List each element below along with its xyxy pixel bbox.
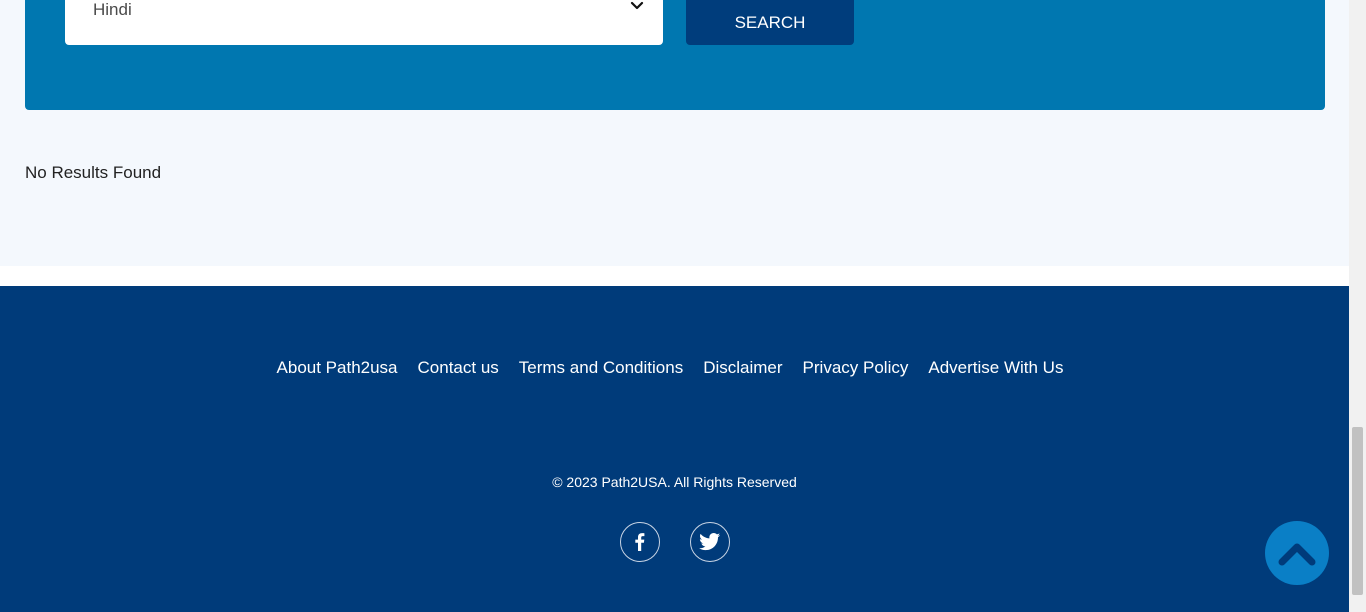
language-select-value: Hindi [93, 0, 132, 19]
footer-link-privacy[interactable]: Privacy Policy [803, 358, 909, 378]
footer-link-about[interactable]: About Path2usa [277, 358, 398, 378]
search-panel: Hindi SEARCH [25, 0, 1325, 110]
footer: About Path2usa Contact us Terms and Cond… [0, 286, 1349, 612]
chevron-down-icon [630, 1, 644, 10]
scrollbar[interactable] [1349, 0, 1366, 612]
search-button[interactable]: SEARCH [686, 0, 854, 45]
back-to-top-button[interactable] [1265, 521, 1329, 585]
chevron-up-icon [1278, 543, 1316, 566]
language-select[interactable]: Hindi [65, 0, 663, 45]
scrollbar-thumb[interactable] [1352, 427, 1363, 595]
footer-link-advertise[interactable]: Advertise With Us [928, 358, 1063, 378]
footer-link-contact[interactable]: Contact us [418, 358, 499, 378]
copyright-text: © 2023 Path2USA. All Rights Reserved [552, 474, 797, 490]
twitter-icon [699, 533, 721, 551]
page: Hindi SEARCH No Results Found About Path… [0, 0, 1349, 612]
facebook-button[interactable] [620, 522, 660, 562]
footer-link-disclaimer[interactable]: Disclaimer [703, 358, 782, 378]
footer-nav: About Path2usa Contact us Terms and Cond… [0, 358, 1340, 378]
twitter-button[interactable] [690, 522, 730, 562]
content-area: Hindi SEARCH No Results Found [0, 0, 1349, 266]
no-results-message: No Results Found [25, 163, 162, 182]
footer-link-terms[interactable]: Terms and Conditions [519, 358, 683, 378]
social-links [620, 522, 730, 562]
facebook-icon [635, 533, 645, 551]
